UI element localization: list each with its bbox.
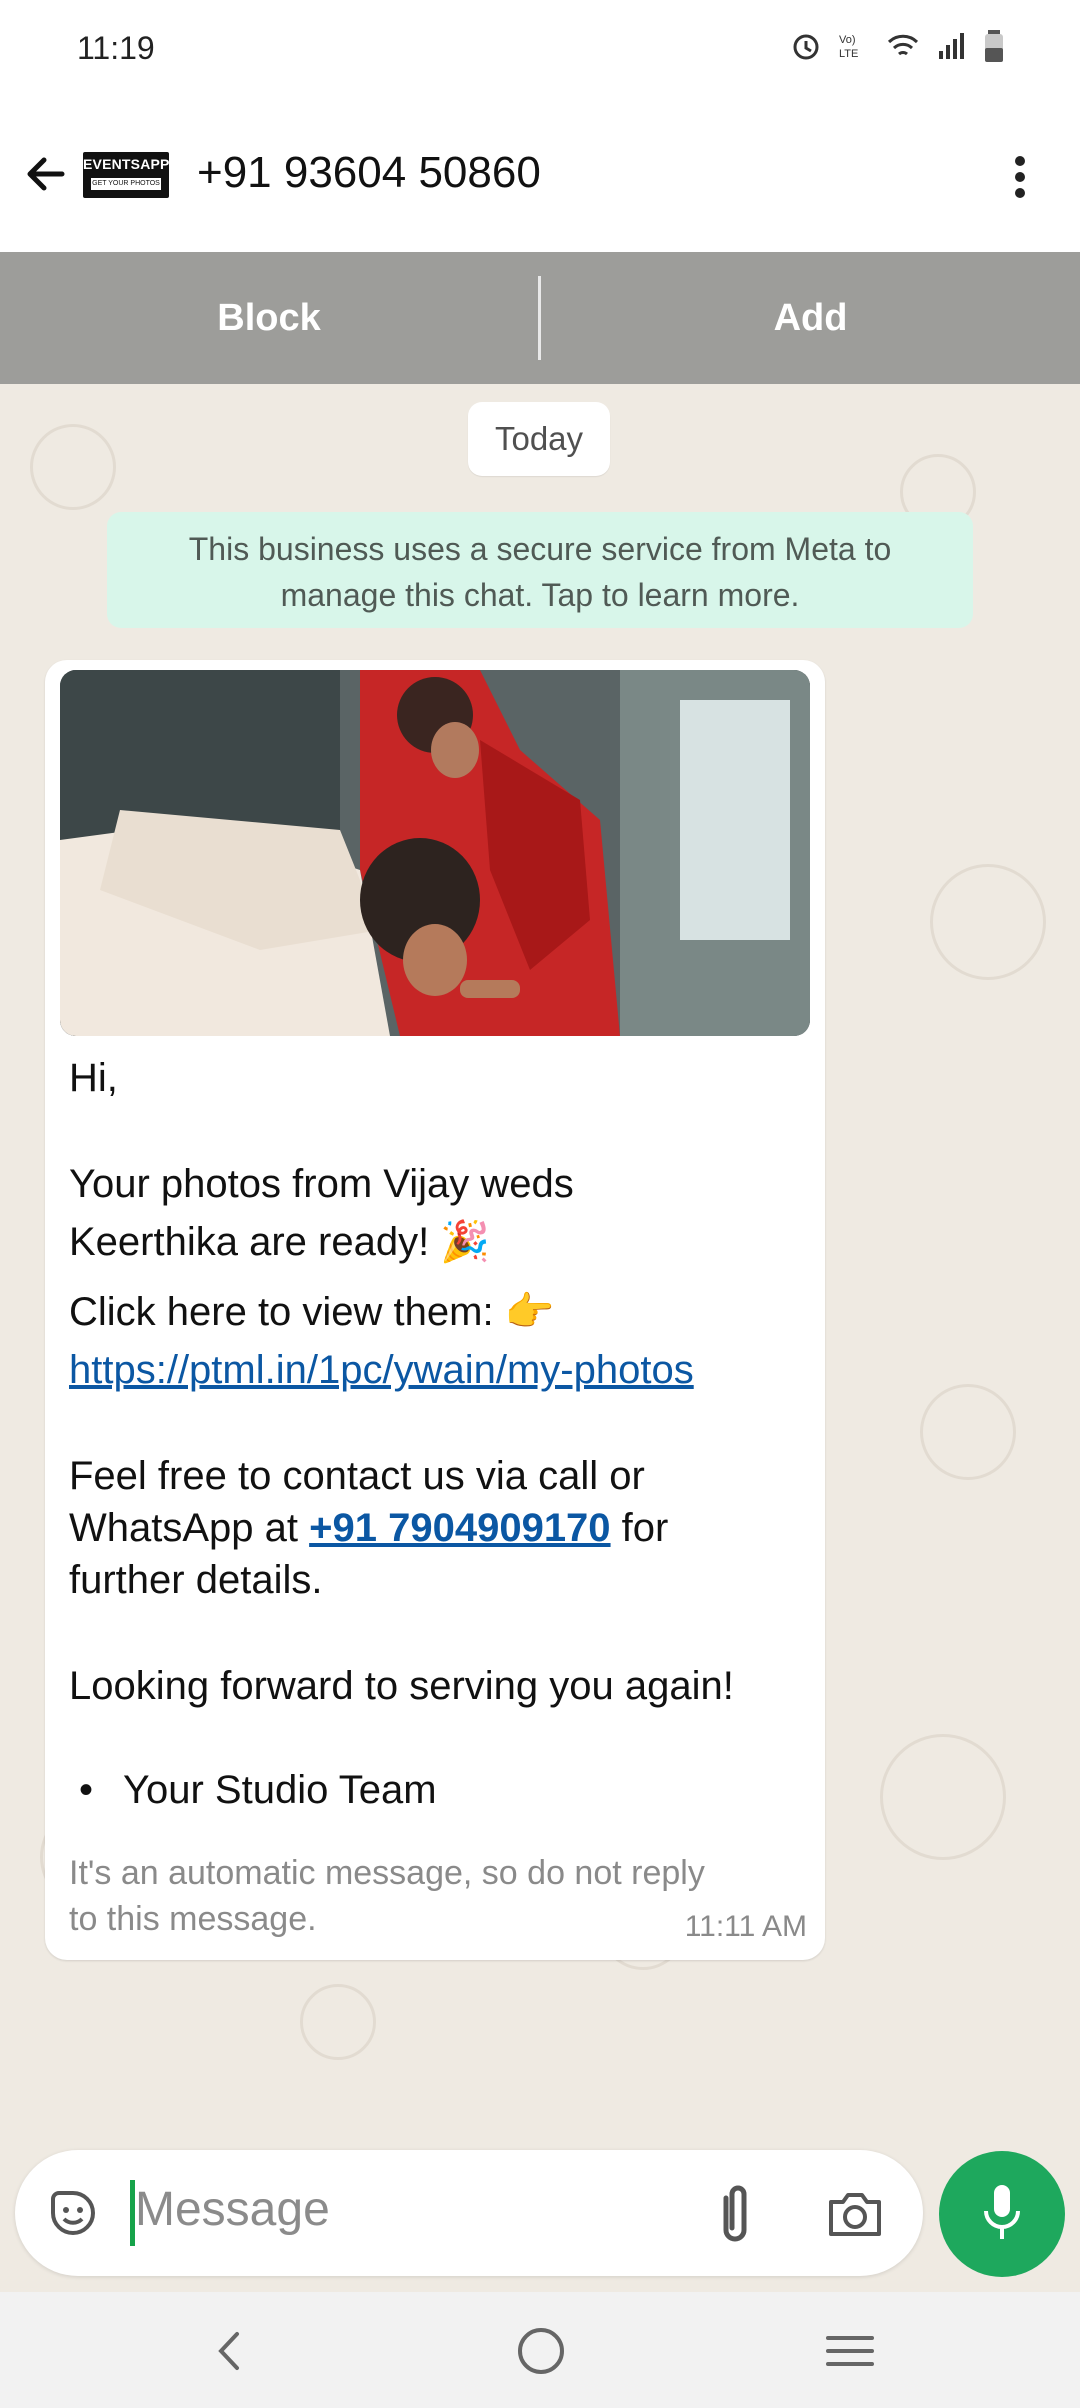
nav-back-icon[interactable] xyxy=(205,2326,255,2376)
auto-note-line1: It's an automatic message, so do not rep… xyxy=(69,1854,705,1892)
meta-notice-line2: manage this chat. Tap to learn more. xyxy=(280,577,800,613)
system-nav-bar xyxy=(0,2292,1080,2408)
message-line3: Click here to view them: 👉 xyxy=(69,1290,555,1334)
more-options-icon[interactable] xyxy=(1000,150,1040,210)
message-timestamp: 11:11 AM xyxy=(684,1910,807,1943)
auto-note-line2: to this message. xyxy=(69,1900,317,1938)
phone-link[interactable]: +91 7904909170 xyxy=(309,1506,610,1550)
sticker-icon[interactable] xyxy=(43,2183,103,2243)
meta-notice-line1: This business uses a secure service from… xyxy=(188,531,892,567)
block-button[interactable]: Block xyxy=(0,252,538,384)
back-arrow-icon[interactable] xyxy=(18,146,74,202)
status-bar: 11:19 Vo) LTE xyxy=(0,0,1080,100)
volte-icon: Vo) LTE xyxy=(837,29,871,68)
nav-recents-icon[interactable] xyxy=(822,2326,878,2376)
alarm-icon xyxy=(789,29,823,68)
photos-link[interactable]: https://ptml.in/1pc/ywain/my-photos xyxy=(69,1344,694,1396)
add-button[interactable]: Add xyxy=(541,252,1080,384)
attach-icon[interactable] xyxy=(710,2178,760,2248)
status-icons: Vo) LTE xyxy=(789,28,1005,69)
bullet-dot: • xyxy=(79,1768,94,1812)
logo-subtitle: GET YOUR PHOTOS xyxy=(91,178,161,190)
action-bar: Block Add xyxy=(0,252,1080,384)
nav-home-icon[interactable] xyxy=(514,2324,568,2378)
bullet-text: Your Studio Team xyxy=(123,1768,437,1812)
message-line5: WhatsApp at +91 7904909170 for xyxy=(69,1502,668,1554)
message-line2: Keerthika are ready! 🎉 xyxy=(69,1220,491,1264)
logo-title: EVENTSAPP xyxy=(83,156,170,172)
contact-name[interactable]: +91 93604 50860 xyxy=(197,148,541,198)
message-line5-prefix: WhatsApp at xyxy=(69,1506,310,1550)
message-greeting: Hi, xyxy=(69,1056,118,1100)
battery-icon xyxy=(983,28,1005,69)
message-line4: Feel free to contact us via call or xyxy=(69,1454,645,1498)
mic-icon xyxy=(977,2183,1027,2245)
camera-icon[interactable] xyxy=(825,2184,885,2244)
message-photo[interactable] xyxy=(60,670,810,1036)
message-line6: further details. xyxy=(69,1558,323,1602)
message-composer: Message xyxy=(15,2150,923,2276)
svg-text:LTE: LTE xyxy=(839,48,858,60)
chat-header: EVENTSAPP GET YOUR PHOTOS +91 93604 5086… xyxy=(0,100,1080,252)
meta-notice[interactable]: This business uses a secure service from… xyxy=(107,512,973,628)
message-bubble: Hi, Your photos from Vijay weds Keerthik… xyxy=(45,660,825,1960)
message-line5-suffix: for xyxy=(610,1506,669,1550)
status-time: 11:19 xyxy=(77,30,155,66)
message-line1: Your photos from Vijay weds xyxy=(69,1162,574,1206)
message-input[interactable]: Message xyxy=(135,2182,330,2237)
message-line7: Looking forward to serving you again! xyxy=(69,1664,734,1708)
date-chip: Today xyxy=(468,402,610,476)
wifi-icon xyxy=(885,29,921,68)
svg-text:Vo): Vo) xyxy=(839,34,856,46)
voice-message-button[interactable] xyxy=(939,2151,1065,2277)
signal-icon xyxy=(935,29,969,68)
contact-avatar[interactable]: EVENTSAPP GET YOUR PHOTOS xyxy=(83,152,169,198)
auto-message-note: It's an automatic message, so do not rep… xyxy=(69,1850,789,1942)
